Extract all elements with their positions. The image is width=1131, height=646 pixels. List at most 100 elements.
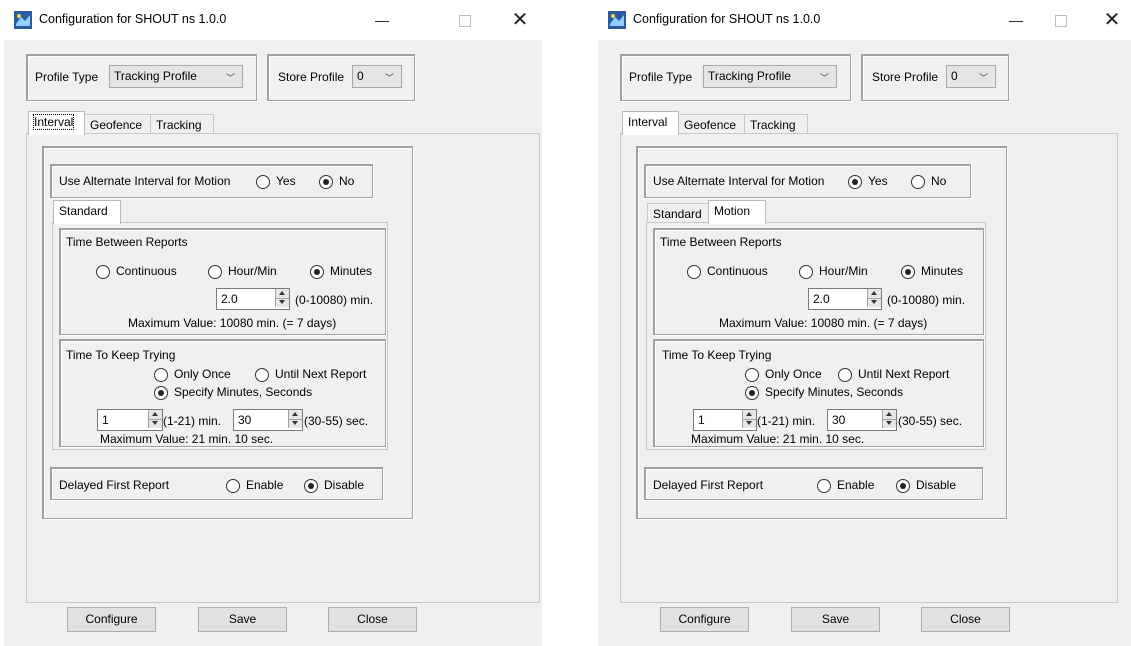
tab-geofence[interactable]: Geofence [84,114,151,135]
keep-trying-seconds-value: 30 [832,413,846,427]
only-once-radio[interactable]: Only Once [745,367,837,383]
hour-min-radio[interactable]: Hour/Min [208,264,293,280]
minimize-icon[interactable]: — [370,8,394,32]
delayed-enable-radio[interactable]: Enable [817,478,887,494]
delayed-first-report-label: Delayed First Report [653,478,764,492]
radio-circle-icon [255,368,269,382]
save-button[interactable]: Save [198,607,287,632]
title-bar[interactable]: Configuration for SHOUT ns 1.0.0 — ✕ [4,0,542,40]
radio-selected-icon [319,175,333,189]
keep-trying-minutes-range: (1-21) min. [757,414,816,428]
chevron-down-icon: ﹀ [978,73,988,83]
specify-min-sec-radio[interactable]: Specify Minutes, Seconds [745,385,905,401]
chevron-down-icon: ﹀ [819,73,829,83]
radio-selected-icon [154,386,168,400]
subtab-standard[interactable]: Standard [647,203,709,224]
tab-tracking[interactable]: Tracking [150,114,214,135]
report-interval-max-note: Maximum Value: 10080 min. (= 7 days) [719,316,928,330]
radio-circle-icon [208,265,222,279]
close-button[interactable]: Close [328,607,417,632]
keep-trying-minutes-stepper[interactable]: 1 [693,409,757,431]
tab-geofence-label: Geofence [684,118,737,132]
specify-min-sec-label: Specify Minutes, Seconds [765,385,904,399]
close-icon[interactable]: ✕ [508,8,532,32]
keep-trying-minutes-value: 1 [698,413,705,427]
only-once-radio[interactable]: Only Once [154,367,246,383]
chevron-down-icon: ﹀ [384,73,394,83]
store-profile-select[interactable]: 0 ﹀ [352,65,402,88]
specify-min-sec-label: Specify Minutes, Seconds [174,385,313,399]
alt-motion-yes-radio[interactable]: Yes [848,174,903,190]
configure-button[interactable]: Configure [67,607,156,632]
store-profile-select[interactable]: 0 ﹀ [946,65,996,88]
window-title: Configuration for SHOUT ns 1.0.0 [39,12,227,26]
delayed-disable-radio[interactable]: Disable [896,478,966,494]
store-profile-label: Store Profile [872,70,939,84]
continuous-radio[interactable]: Continuous [687,264,782,280]
delayed-disable-label: Disable [916,478,957,492]
tab-interval[interactable]: Interval [28,111,85,135]
radio-selected-icon [745,386,759,400]
alt-motion-no-radio[interactable]: No [319,174,364,190]
tab-tracking[interactable]: Tracking [744,114,808,135]
radio-circle-icon [838,368,852,382]
subtab-motion[interactable]: Motion [708,200,766,224]
until-next-report-radio[interactable]: Until Next Report [255,367,370,383]
minutes-label: Minutes [921,264,964,278]
alt-motion-label: Use Alternate Interval for Motion [653,174,825,188]
until-next-report-radio[interactable]: Until Next Report [838,367,953,383]
time-to-keep-trying-title: Time To Keep Trying [662,348,772,362]
close-button[interactable]: Close [921,607,1010,632]
store-profile-label: Store Profile [278,70,345,84]
store-profile-value: 0 [951,69,958,83]
tab-interval[interactable]: Interval [622,111,679,135]
delayed-first-report-label: Delayed First Report [59,478,170,492]
save-button[interactable]: Save [791,607,880,632]
configure-button[interactable]: Configure [660,607,749,632]
keep-trying-seconds-range: (30-55) sec. [898,414,963,428]
specify-min-sec-radio[interactable]: Specify Minutes, Seconds [154,385,314,401]
alt-motion-no-label: No [339,174,355,188]
keep-trying-seconds-stepper[interactable]: 30 [233,409,303,431]
minutes-label: Minutes [330,264,373,278]
minutes-radio[interactable]: Minutes [901,264,971,280]
minimize-icon[interactable]: — [1004,8,1028,32]
continuous-label: Continuous [707,264,768,278]
time-between-reports-title: Time Between Reports [66,235,188,249]
hour-min-label: Hour/Min [819,264,868,278]
chevron-down-icon: ﹀ [225,73,235,83]
tab-tracking-label: Tracking [750,118,796,132]
report-interval-value: 2.0 [221,292,238,306]
radio-circle-icon [687,265,701,279]
keep-trying-seconds-value: 30 [238,413,252,427]
close-icon[interactable]: ✕ [1100,8,1124,32]
profile-type-select[interactable]: Tracking Profile ﹀ [109,65,243,88]
until-next-report-label: Until Next Report [858,367,950,381]
report-interval-stepper[interactable]: 2.0 [216,288,290,310]
radio-circle-icon [226,479,240,493]
maximize-icon[interactable] [459,15,471,27]
alt-motion-yes-radio[interactable]: Yes [256,174,311,190]
minutes-radio[interactable]: Minutes [310,264,380,280]
title-bar[interactable]: Configuration for SHOUT ns 1.0.0 — ✕ [598,0,1131,40]
report-interval-max-note: Maximum Value: 10080 min. (= 7 days) [128,316,337,330]
config-window-right: Configuration for SHOUT ns 1.0.0 — ✕ Pro… [598,0,1131,646]
app-icon [14,11,32,29]
alt-motion-no-radio[interactable]: No [911,174,956,190]
keep-trying-max-note: Maximum Value: 21 min. 10 sec. [100,432,274,446]
radio-circle-icon [256,175,270,189]
maximize-icon[interactable] [1055,15,1067,27]
window-title: Configuration for SHOUT ns 1.0.0 [633,12,821,26]
delayed-disable-radio[interactable]: Disable [304,478,374,494]
profile-type-select[interactable]: Tracking Profile ﹀ [703,65,837,88]
radio-circle-icon [96,265,110,279]
delayed-enable-radio[interactable]: Enable [226,478,296,494]
report-interval-stepper[interactable]: 2.0 [808,288,882,310]
keep-trying-minutes-stepper[interactable]: 1 [97,409,163,431]
continuous-radio[interactable]: Continuous [96,264,191,280]
keep-trying-seconds-stepper[interactable]: 30 [827,409,897,431]
hour-min-radio[interactable]: Hour/Min [799,264,884,280]
tab-geofence[interactable]: Geofence [678,114,745,135]
subtab-standard[interactable]: Standard [53,200,121,224]
profile-type-value: Tracking Profile [114,69,197,83]
